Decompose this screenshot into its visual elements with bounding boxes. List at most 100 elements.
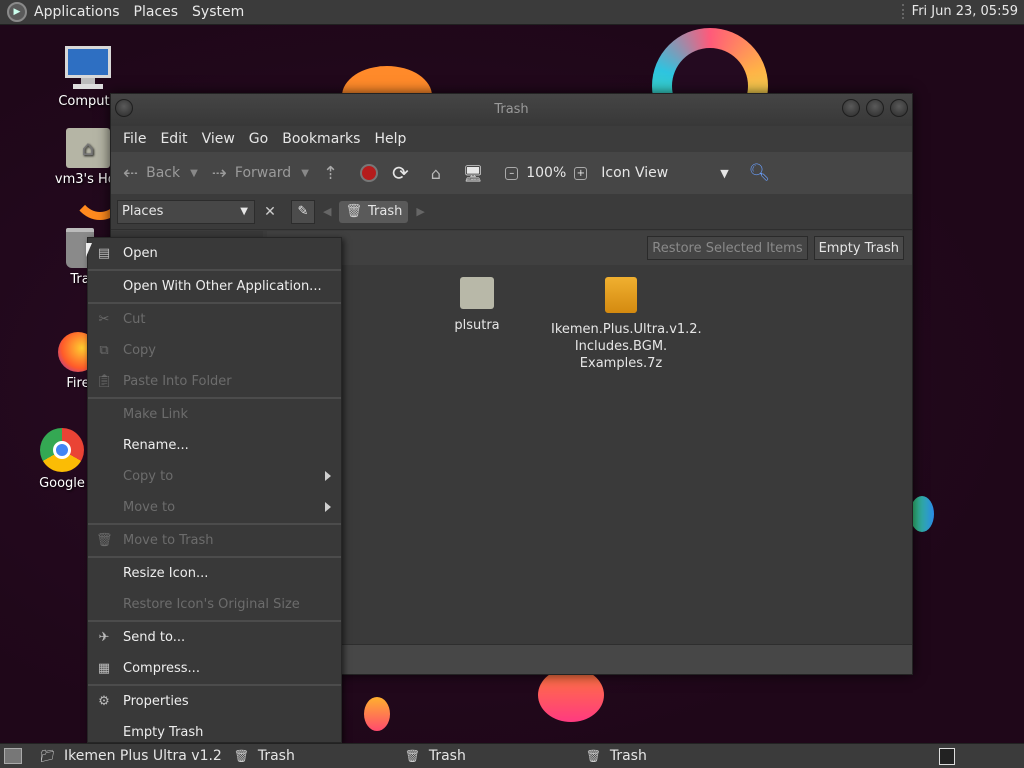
breadcrumb-trash[interactable]: 🗑︎ Trash (339, 200, 409, 223)
breadcrumb-right-arrow-icon[interactable]: ▶ (416, 205, 424, 218)
task-label: Trash (428, 748, 466, 764)
context-item-make-link: Make Link (88, 399, 341, 430)
view-mode-label: Icon View (601, 165, 669, 181)
up-button[interactable]: ⇡ (323, 163, 346, 184)
view-mode-select[interactable]: Icon View ▼ (601, 165, 728, 181)
context-item-label: Cut (123, 312, 146, 327)
context-item-label: Open (123, 246, 158, 261)
menu-bookmarks[interactable]: Bookmarks (276, 131, 366, 147)
task-trash-3[interactable]: 🗑︎ Trash (586, 748, 647, 764)
reload-button[interactable]: ⟳ (392, 161, 417, 185)
trash-icon: 🗑︎ (345, 204, 362, 219)
clock[interactable]: Fri Jun 23, 05:59 (901, 4, 1018, 19)
properties-icon: ⚙ (98, 694, 110, 709)
zoom-in-icon[interactable]: + (574, 166, 588, 180)
file-item-archive[interactable]: Ikemen.Plus.Ultra.v1.2. Includes.BGM. Ex… (551, 277, 702, 372)
context-item-label: Move to (123, 500, 176, 515)
forward-history-dropdown-icon[interactable]: ▼ (301, 168, 309, 179)
task-ikemen[interactable]: 📁︎ Ikemen Plus Ultra v1.2 (40, 748, 222, 764)
context-item-label: Copy to (123, 469, 174, 484)
breadcrumb: ✎ ◀ 🗑︎ Trash ▶ (291, 199, 433, 224)
context-item-open[interactable]: ▤ Open (88, 238, 341, 269)
zoom-level[interactable]: 100% (526, 165, 566, 181)
search-button[interactable]: 🔍︎ (749, 163, 771, 183)
context-item-resize-icon[interactable]: Resize Icon... (88, 558, 341, 589)
back-arrow-icon: ⇠ (123, 162, 139, 184)
context-item-properties[interactable]: ⚙ Properties (88, 686, 341, 717)
up-arrow-icon: ⇡ (322, 162, 338, 184)
context-menu: ▤ Open Open With Other Application... ✂ Cut ⧉… (87, 237, 342, 743)
maximize-button[interactable] (866, 99, 884, 117)
back-button[interactable]: ⇠ Back ▼ (123, 163, 198, 184)
edit-location-button[interactable]: ✎ (291, 199, 315, 224)
submenu-arrow-icon (325, 471, 331, 481)
forward-button[interactable]: ⇢ Forward ▼ (212, 163, 309, 184)
pencil-icon: ✎ (297, 204, 309, 219)
breadcrumb-left-arrow-icon[interactable]: ◀ (323, 205, 331, 218)
task-label: Trash (609, 748, 647, 764)
distro-logo-icon[interactable]: ▶ (7, 2, 27, 22)
trash-icon: 🗑︎ (233, 749, 250, 763)
toolbar: ⇠ Back ▼ ⇢ Forward ▼ ⇡ ⟳ ⌂ 🖥 – 100% + Ic… (111, 152, 912, 194)
context-item-rename[interactable]: Rename... (88, 430, 341, 461)
task-trash-1[interactable]: 🗑︎ Trash (234, 748, 295, 764)
scissors-icon: ✂ (98, 312, 110, 327)
copy-icon: ⧉ (99, 343, 109, 358)
desktop-icon-label: Google (39, 476, 85, 491)
context-item-label: Copy (123, 343, 156, 358)
context-item-label: Properties (123, 694, 189, 709)
places-combo[interactable]: Places ▼ (117, 199, 255, 224)
stop-button[interactable] (360, 164, 378, 182)
file-name: Ikemen.Plus.Ultra.v1.2. Includes.BGM. Ex… (551, 322, 702, 371)
menu-places[interactable]: Places (128, 4, 187, 20)
context-item-label: Move to Trash (123, 533, 214, 548)
zoom-control: – 100% + (505, 165, 588, 181)
menu-system[interactable]: System (186, 4, 252, 20)
computer-icon: 🖥 (462, 163, 484, 183)
close-sidebar-icon[interactable]: ✕ (259, 200, 281, 224)
trash-icon: 🗑︎ (585, 749, 602, 763)
menu-applications[interactable]: Applications (27, 4, 128, 20)
forward-arrow-icon: ⇢ (211, 162, 227, 184)
home-button[interactable]: ⌂ (431, 164, 449, 183)
menu-view[interactable]: View (196, 131, 241, 147)
context-item-label: Resize Icon... (123, 566, 209, 581)
zoom-out-icon[interactable]: – (505, 166, 519, 180)
context-item-open-with-other-application[interactable]: Open With Other Application... (88, 271, 341, 302)
desktop-icon-label: Compute (58, 94, 118, 109)
places-combo-label: Places (122, 204, 164, 219)
context-item-send-to[interactable]: ✈ Send to... (88, 622, 341, 653)
close-button[interactable] (890, 99, 908, 117)
workspace-switcher[interactable] (939, 748, 955, 765)
archive-icon: ▦ (97, 661, 111, 676)
back-history-dropdown-icon[interactable]: ▼ (190, 168, 198, 179)
task-label: Ikemen Plus Ultra v1.2 (64, 748, 222, 764)
folder-icon: 📁︎ (40, 749, 56, 763)
restore-selected-button[interactable]: Restore Selected Items (647, 236, 808, 260)
content-area: Restore Selected Items Empty Trash plsut… (267, 231, 912, 644)
empty-trash-button[interactable]: Empty Trash (813, 236, 904, 260)
context-item-compress[interactable]: ▦ Compress... (88, 653, 341, 684)
trash-icon: 🗑︎ (404, 749, 421, 763)
menu-help[interactable]: Help (368, 131, 412, 147)
context-item-label: Make Link (123, 407, 188, 422)
menu-go[interactable]: Go (243, 131, 274, 147)
window-title: Trash (494, 102, 529, 117)
context-item-move-to: Move to (88, 492, 341, 523)
top-panel: ▶ Applications Places System Fri Jun 23,… (0, 0, 1024, 25)
stop-icon (360, 164, 378, 182)
computer-button[interactable]: 🖥 (463, 164, 491, 183)
small-orange-blob (364, 697, 390, 731)
context-item-label: Compress... (123, 661, 200, 676)
chrome-icon (40, 428, 84, 472)
task-trash-2[interactable]: 🗑︎ Trash (405, 748, 466, 764)
mouse-cursor (86, 243, 98, 257)
show-desktop-icon[interactable] (4, 748, 22, 764)
chevron-down-icon: ▼ (240, 206, 248, 217)
pink-blob (538, 668, 604, 722)
minimize-button[interactable] (842, 99, 860, 117)
window-titlebar[interactable]: Trash (111, 94, 912, 126)
menu-file[interactable]: File (117, 131, 152, 147)
file-item-folder[interactable]: plsutra (427, 277, 527, 334)
menu-edit[interactable]: Edit (154, 131, 193, 147)
